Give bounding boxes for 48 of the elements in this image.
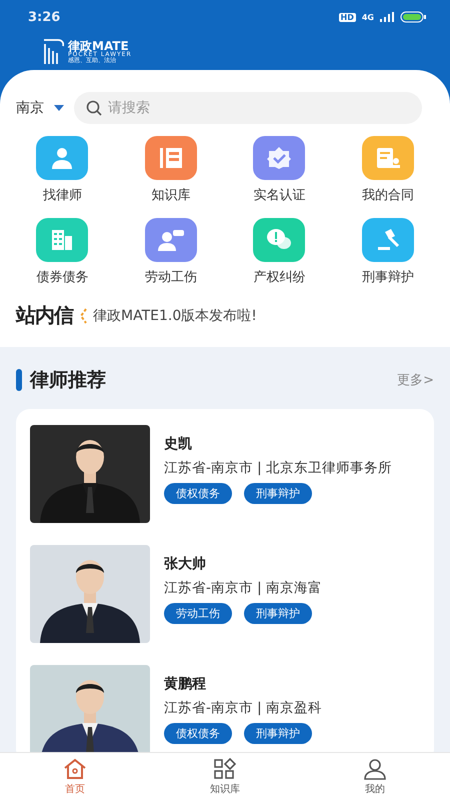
grid-icon — [213, 758, 237, 780]
specialty-tag: 债权债务 — [164, 723, 232, 744]
specialty-tag: 刑事辩护 — [244, 483, 312, 504]
service-shortcut[interactable]: 我的合同 — [334, 136, 442, 204]
section-title: 律师推荐 — [30, 368, 106, 393]
tab-bar-item[interactable]: 我的 — [335, 753, 415, 800]
service-shortcut[interactable]: 劳动工伤 — [116, 218, 225, 286]
service-shortcut[interactable]: 知识库 — [116, 136, 225, 204]
signal-icon — [380, 12, 394, 22]
user-icon — [363, 758, 387, 780]
search-icon — [86, 100, 102, 116]
verified-badge-icon — [266, 146, 292, 170]
specialty-tag: 刑事辩护 — [244, 603, 312, 624]
book-icon — [158, 146, 184, 170]
service-shortcut[interactable]: 实名认证 — [225, 136, 334, 204]
tab-bar-item[interactable]: 首页 — [35, 753, 115, 800]
lawyer-location: 江苏省-南京市 | 南京盈科 — [164, 699, 322, 717]
specialty-tag: 劳动工伤 — [164, 603, 232, 624]
network-label: 4G — [362, 12, 374, 22]
hd-indicator: HD — [338, 12, 356, 22]
service-shortcut[interactable]: 刑事辩护 — [334, 218, 442, 286]
lawyer-location: 江苏省-南京市 | 北京东卫律师事务所 — [164, 459, 392, 477]
lawyer-name: 史凯 — [164, 435, 193, 453]
service-shortcut[interactable]: 产权纠纷 — [225, 218, 334, 286]
status-time: 3:26 — [28, 10, 60, 24]
notice-message[interactable]: 律政MATE1.0版本发布啦! — [93, 306, 257, 324]
specialty-tag: 刑事辩护 — [244, 723, 312, 744]
tab-bar-item[interactable]: 知识库 — [185, 753, 265, 800]
person-chat-icon — [156, 228, 185, 252]
lawyer-name: 张大帅 — [164, 555, 207, 573]
service-shortcut[interactable]: 找律师 — [8, 136, 116, 204]
notice-title: 站内信 — [16, 302, 73, 329]
home-icon — [62, 758, 88, 780]
chevron-icon — [79, 308, 87, 324]
search-field[interactable]: 请搜索 — [74, 92, 422, 124]
lawyer-location: 江苏省-南京市 | 南京海富 — [164, 579, 322, 597]
lawyer-name: 黄鹏程 — [164, 675, 207, 693]
dropdown-caret-icon[interactable] — [54, 105, 64, 111]
section-marker — [16, 369, 22, 391]
service-shortcut[interactable]: 债券债务 — [8, 218, 116, 286]
city-selector[interactable]: 南京 — [16, 99, 44, 117]
person-icon — [50, 146, 74, 170]
specialty-tag: 债权债务 — [164, 483, 232, 504]
speech-bubbles-icon — [266, 228, 292, 252]
document-icon — [374, 146, 401, 170]
logo-name: 律政MATE — [68, 40, 129, 52]
pillar-logo-icon — [42, 38, 64, 66]
battery-icon — [400, 11, 426, 23]
